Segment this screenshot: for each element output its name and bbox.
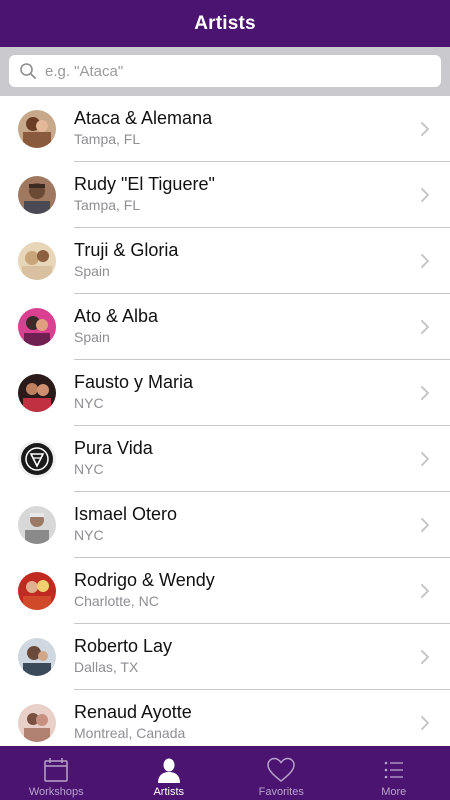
list-item[interactable]: Rudy "El Tiguere" Tampa, FL (0, 162, 450, 228)
list-item[interactable]: Rodrigo & Wendy Charlotte, NC (0, 558, 450, 624)
list-item[interactable]: Ataca & Alemana Tampa, FL (0, 96, 450, 162)
chevron-right-icon (418, 251, 432, 271)
tab-favorites[interactable]: Favorites (225, 746, 338, 800)
list-item[interactable]: Fausto y Maria NYC (0, 360, 450, 426)
artist-name: Ataca & Alemana (74, 108, 213, 128)
chevron-right-icon (418, 515, 432, 535)
search-bar (0, 47, 450, 96)
tab-bar: Workshops Artists Favorites More (0, 746, 450, 800)
tab-label: More (381, 786, 407, 798)
artist-location: NYC (74, 395, 104, 411)
avatar (18, 572, 56, 610)
artist-name: Truji & Gloria (74, 240, 179, 260)
list-item[interactable]: Pura Vida NYC (0, 426, 450, 492)
list-item[interactable]: Renaud Ayotte Montreal, Canada (0, 690, 450, 746)
list-item[interactable]: Truji & Gloria Spain (0, 228, 450, 294)
app-screen: Artists Ataca & Alemana Tampa, FL (0, 0, 450, 800)
calendar-icon (43, 755, 69, 785)
chevron-right-icon (418, 449, 432, 469)
artist-location: Charlotte, NC (74, 593, 159, 609)
artist-name: Roberto Lay (74, 636, 173, 656)
artist-location: Spain (74, 263, 110, 279)
avatar (18, 242, 56, 280)
artist-location: Tampa, FL (74, 197, 141, 213)
tab-artists[interactable]: Artists (113, 746, 226, 800)
avatar (18, 704, 56, 742)
list-item[interactable]: Roberto Lay Dallas, TX (0, 624, 450, 690)
avatar (18, 110, 56, 148)
search-input[interactable] (45, 62, 425, 80)
list-item[interactable]: Ato & Alba Spain (0, 294, 450, 360)
avatar (18, 176, 56, 214)
avatar (18, 638, 56, 676)
avatar (18, 374, 56, 412)
chevron-right-icon (418, 581, 432, 601)
search-box[interactable] (9, 55, 441, 87)
list-item[interactable]: Ismael Otero NYC (0, 492, 450, 558)
page-title: Artists (194, 12, 256, 34)
tab-workshops[interactable]: Workshops (0, 746, 113, 800)
artist-location: Dallas, TX (74, 659, 139, 675)
tab-label: Workshops (28, 786, 84, 798)
artist-name: Fausto y Maria (74, 372, 194, 392)
artist-name: Pura Vida (74, 438, 153, 458)
artist-location: Tampa, FL (74, 131, 141, 147)
artist-location: NYC (74, 461, 104, 477)
artist-name: Rudy "El Tiguere" (74, 174, 215, 194)
artist-name: Rodrigo & Wendy (74, 570, 215, 590)
tab-more[interactable]: More (338, 746, 450, 800)
artist-location: Montreal, Canada (74, 725, 186, 741)
chevron-right-icon (418, 713, 432, 733)
heart-icon (266, 755, 296, 785)
artist-list: Ataca & Alemana Tampa, FL Rudy "El Tigue… (0, 96, 450, 746)
artist-name: Renaud Ayotte (74, 702, 192, 722)
artist-location: NYC (74, 527, 104, 543)
chevron-right-icon (418, 647, 432, 667)
chevron-right-icon (418, 119, 432, 139)
navigation-bar: Artists (0, 0, 450, 47)
artist-name: Ato & Alba (74, 306, 159, 326)
person-icon (157, 755, 181, 785)
chevron-right-icon (418, 185, 432, 205)
search-icon (19, 62, 37, 80)
tab-label: Artists (153, 786, 185, 798)
artist-location: Spain (74, 329, 110, 345)
avatar (18, 308, 56, 346)
artist-name: Ismael Otero (74, 504, 178, 524)
avatar (18, 506, 56, 544)
tab-label: Favorites (258, 786, 304, 798)
chevron-right-icon (418, 317, 432, 337)
chevron-right-icon (418, 383, 432, 403)
avatar (18, 440, 56, 478)
list-icon (383, 755, 405, 785)
